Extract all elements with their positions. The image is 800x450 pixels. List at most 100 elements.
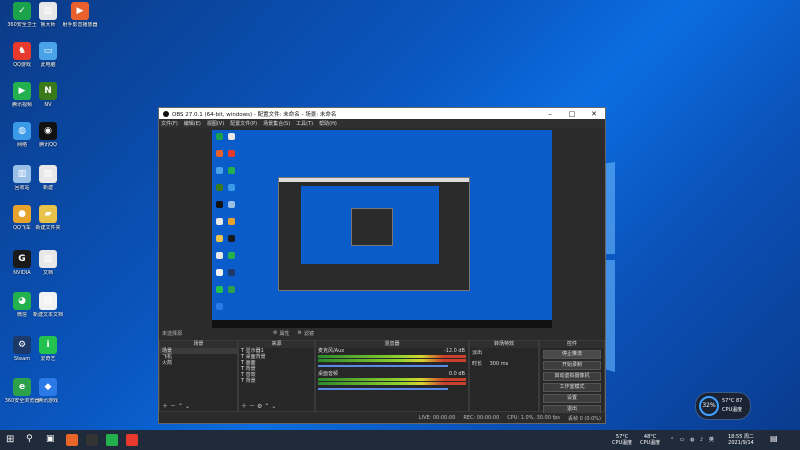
preview-icon	[216, 286, 223, 293]
app-icon: ▶	[71, 2, 89, 20]
notification-icon[interactable]: ▤	[770, 435, 778, 443]
preview-icon	[216, 269, 223, 276]
menu-item[interactable]: 视图(V)	[207, 120, 224, 127]
desktop-icon[interactable]: ▤ 新建文本文档	[28, 292, 68, 318]
scenes-footer-buttons[interactable]: ＋－⌃⌄	[162, 401, 192, 410]
menu-item[interactable]: 工具(T)	[296, 120, 313, 127]
transitions-panel: 转场特效 淡出 时长 300 ms	[469, 340, 539, 412]
menu-bar: 文件(F) 编辑(E) 视图(V) 配置文件(P) 场景集合(S) 工具(T) 帮助(H)	[159, 119, 605, 128]
mixer-track-db: 0.0 dB	[448, 371, 465, 377]
obs-window[interactable]: OBS 27.0.1 (64-bit, windows) - 配置文件: 未命名…	[158, 107, 606, 424]
desktop-icon[interactable]: ▤ 新建	[28, 165, 68, 191]
desktop-icon[interactable]: ▭ 此电脑	[28, 42, 68, 68]
tray-icons[interactable]: ⌃ ▭ ◍ ♪ 英	[670, 437, 716, 443]
menu-item[interactable]: 文件(F)	[161, 120, 178, 127]
taskbar-6[interactable]	[126, 434, 138, 446]
desktop-icon-label: 新建文本文档	[32, 312, 63, 318]
menu-item[interactable]: 编辑(E)	[184, 120, 201, 127]
transition-type[interactable]: 淡出	[470, 350, 538, 356]
desktop: ✓ 360安全卫士 ▤ 鲁大师 ▶ 射手影音播放器 ♞ QQ游戏 ▭ 此电脑 ▶ 腾讯视频 N NV ◍ 网络…	[0, 0, 800, 450]
no-source-label: 未选择源	[162, 330, 183, 337]
preview-icon	[228, 167, 235, 174]
nested-obs-preview	[278, 177, 470, 291]
taskbar-5[interactable]	[106, 434, 118, 446]
mixer-panel: 混音器 麦克风/Aux -12.0 dB 桌面音频 0.0 dB	[315, 340, 469, 412]
app-icon: ▤	[39, 165, 57, 183]
properties-button[interactable]: 属性	[279, 330, 289, 337]
volume-slider[interactable]	[318, 388, 448, 390]
mixer-track-name: 麦克风/Aux	[318, 348, 345, 354]
preview-icon	[216, 252, 223, 259]
transitions-title: 转场特效	[470, 341, 538, 348]
tray-cpu-temp[interactable]: 57°C CPU温度	[612, 434, 632, 446]
scenes-panel: 场景 场景 飞机 火箭 ＋－⌃⌄	[159, 340, 238, 412]
desktop-icon-label: NV	[44, 102, 52, 108]
app-icon: ◆	[39, 378, 57, 396]
duration-label: 时长	[472, 361, 483, 367]
preview-icon	[216, 133, 223, 140]
desktop-icon-label: 此电脑	[40, 62, 56, 68]
scene-item[interactable]: 火箭	[160, 360, 237, 366]
sources-title: 来源	[239, 341, 314, 348]
mixer-track: 桌面音频 0.0 dB	[316, 371, 468, 377]
desktop-icon-label: 新建文件夹	[35, 225, 61, 231]
control-button[interactable]: 开始录制	[543, 361, 601, 370]
app-icon: ▤	[39, 292, 57, 310]
app-icon: ▰	[39, 205, 57, 223]
minimize-icon[interactable]: –	[539, 110, 561, 118]
preview-taskbar	[212, 320, 552, 328]
filter-icon[interactable]: ⚙	[298, 330, 302, 336]
menu-item[interactable]: 场景集合(S)	[263, 120, 290, 127]
desktop-icon[interactable]: N NV	[28, 82, 68, 108]
taskbar-4[interactable]	[86, 434, 98, 446]
gear-icon[interactable]: ⚙	[273, 330, 277, 336]
preview-icon	[216, 184, 223, 191]
desktop-icon[interactable]: ◉ 腾讯QQ	[28, 122, 68, 148]
app-icon: ◉	[39, 122, 57, 140]
desktop-icon-label: 爱奇艺	[40, 356, 56, 362]
maximize-icon[interactable]: □	[561, 110, 583, 118]
menu-item[interactable]: 配置文件(P)	[230, 120, 257, 127]
desktop-icon[interactable]: ▰ 新建文件夹	[28, 205, 68, 231]
control-button[interactable]: 工作室模式	[543, 383, 601, 392]
tray-gpu-temp[interactable]: 48°C CPU温度	[640, 434, 660, 446]
desktop-icon-label: 新建	[42, 185, 53, 191]
menu-item[interactable]: 帮助(H)	[319, 120, 337, 127]
app-icon: ▤	[39, 250, 57, 268]
app-icon: N	[39, 82, 57, 100]
filters-button[interactable]: 滤镜	[304, 330, 314, 337]
clock[interactable]: 18:55 周二 2021/9/14	[728, 434, 754, 446]
scenes-title: 场景	[160, 341, 237, 348]
clock-date: 2021/9/14	[728, 440, 754, 446]
cpu-usage-percent: 32%	[699, 396, 719, 416]
taskbar-0[interactable]: ⊞	[6, 434, 18, 446]
desktop-icon-label: 射手影音播放器	[62, 22, 98, 28]
preview-icon	[228, 252, 235, 259]
live-status: LIVE: 00:00:00	[418, 415, 456, 421]
control-button[interactable]: 启动虚拟摄像机	[543, 372, 601, 381]
source-item[interactable]: T 背景	[239, 378, 314, 384]
sources-footer-buttons[interactable]: ＋－⚙⌃⌄	[241, 401, 278, 410]
desktop-icon[interactable]: ◆ 腾讯游戏	[28, 378, 68, 404]
mixer-title: 混音器	[316, 341, 468, 348]
app-icon: ▤	[39, 2, 57, 20]
close-icon[interactable]: ✕	[583, 110, 605, 118]
widget-label: CPU温度	[722, 407, 743, 413]
app-icon: ▭	[39, 42, 57, 60]
sources-panel: 来源 T 显示器1 T 桌面背景 T 画面 T 背景 T 音效 T 背景 ＋－⚙⌃⌄	[238, 340, 315, 412]
duration-input[interactable]: 300 ms	[490, 361, 509, 367]
rec-status: REC: 00:00:00	[463, 415, 500, 421]
taskbar-1[interactable]: ⚲	[26, 434, 38, 446]
cpu-temp-widget[interactable]: 32% 57°C 87 CPU温度	[695, 392, 751, 420]
volume-slider[interactable]	[318, 365, 448, 367]
taskbar-3[interactable]	[66, 434, 78, 446]
desktop-icon[interactable]: i 爱奇艺	[28, 336, 68, 362]
title-bar[interactable]: OBS 27.0.1 (64-bit, windows) - 配置文件: 未命名…	[159, 108, 605, 119]
preview-canvas[interactable]	[212, 130, 552, 328]
source-toolbar: 未选择源 ⚙ 属性 ⚙ 滤镜	[159, 328, 605, 338]
control-button[interactable]: 停止推流	[543, 350, 601, 359]
taskbar-2[interactable]: ▣	[46, 434, 58, 446]
desktop-icon[interactable]: ▶ 射手影音播放器	[60, 2, 100, 28]
desktop-icon[interactable]: ▤ 文档	[28, 250, 68, 276]
control-button[interactable]: 设置	[543, 394, 601, 403]
